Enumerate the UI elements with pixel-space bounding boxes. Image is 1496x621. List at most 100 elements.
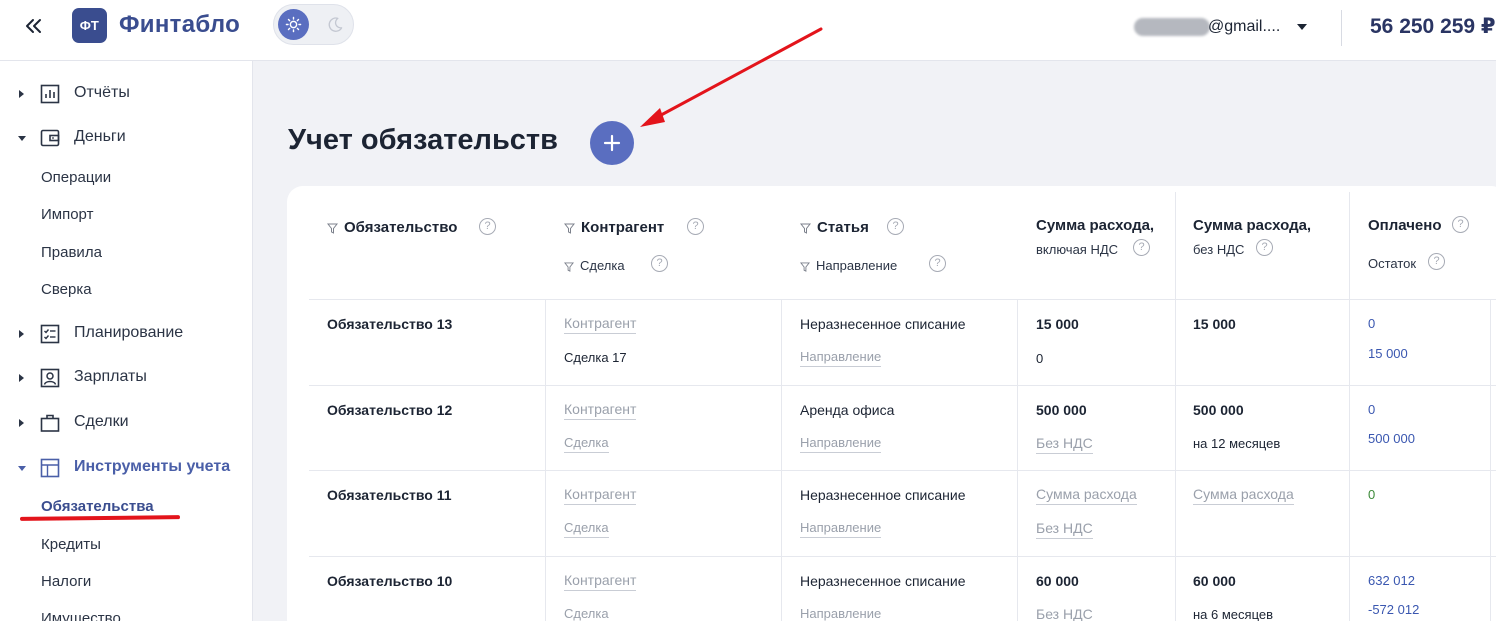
article-field[interactable]: Неразнесенное списание	[800, 316, 965, 332]
logo-name[interactable]: Финтабло	[119, 11, 240, 39]
help-icon[interactable]: ?	[1428, 253, 1445, 270]
direction-field[interactable]: Направление	[800, 435, 882, 453]
deal-field[interactable]: Сделка	[564, 520, 609, 538]
counterparty-field[interactable]: Контрагент	[564, 401, 637, 420]
vat-field[interactable]: Без НДС	[1036, 606, 1093, 621]
counterparty-field[interactable]: Контрагент	[564, 486, 637, 505]
sidebar-item-credits[interactable]: Кредиты	[41, 536, 101, 553]
column-divider	[1017, 299, 1018, 621]
expand-arrow-icon	[19, 374, 24, 382]
sidebar-item-label: Инструменты учета	[74, 458, 231, 475]
sidebar-item-taxes[interactable]: Налоги	[41, 573, 91, 590]
article-field[interactable]: Неразнесенное списание	[800, 487, 965, 503]
column-divider	[545, 299, 546, 621]
sum-without-vat[interactable]: 15 000	[1193, 316, 1236, 332]
column-divider	[781, 299, 782, 621]
row-divider	[309, 385, 1496, 386]
paid-amount[interactable]: 632 012	[1368, 573, 1415, 588]
sidebar: Отчёты Деньги Операции Импорт Правила Св…	[0, 61, 253, 621]
direction-field[interactable]: Направление	[800, 349, 882, 367]
help-icon[interactable]: ?	[929, 255, 946, 272]
sidebar-item-money[interactable]: Деньги	[0, 123, 253, 153]
column-header-counterparty[interactable]: Контрагент	[564, 219, 664, 236]
dark-theme-button[interactable]	[322, 11, 349, 38]
column-header-sum-with-vat[interactable]: Сумма расхода,	[1036, 217, 1154, 234]
counterparty-field[interactable]: Контрагент	[564, 572, 637, 591]
paid-amount[interactable]: 0	[1368, 316, 1375, 331]
sidebar-item-import[interactable]: Импорт	[41, 206, 93, 223]
obligation-name[interactable]: Обязательство 11	[327, 487, 452, 503]
annotation-underline	[19, 515, 181, 521]
add-obligation-button[interactable]	[590, 121, 634, 165]
expand-arrow-icon	[19, 90, 24, 98]
obligation-name[interactable]: Обязательство 12	[327, 402, 452, 418]
remaining-amount[interactable]: 15 000	[1368, 346, 1408, 361]
sum-with-vat[interactable]: 60 000	[1036, 573, 1079, 589]
collapse-sidebar-button[interactable]	[20, 12, 48, 40]
obligation-name[interactable]: Обязательство 10	[327, 573, 452, 589]
column-header-paid[interactable]: Оплачено	[1368, 217, 1442, 234]
paid-amount[interactable]: 0	[1368, 402, 1375, 417]
vat-field[interactable]: Без НДС	[1036, 435, 1093, 454]
user-menu-caret-icon[interactable]	[1297, 24, 1307, 30]
sidebar-item-accounting-tools[interactable]: Инструменты учета	[0, 453, 253, 483]
redacted-username	[1134, 18, 1210, 36]
help-icon[interactable]: ?	[479, 218, 496, 235]
remaining-amount[interactable]: 500 000	[1368, 431, 1415, 446]
sidebar-item-salaries[interactable]: Зарплаты	[0, 363, 253, 393]
sum-without-vat[interactable]: 500 000	[1193, 402, 1244, 418]
logo-badge[interactable]: ФТ	[72, 8, 107, 43]
column-subheader-direction[interactable]: Направление	[800, 258, 897, 273]
help-icon[interactable]: ?	[687, 218, 704, 235]
column-header-label: Статья	[817, 219, 869, 236]
sidebar-item-label: Зарплаты	[74, 368, 147, 385]
sidebar-item-reports[interactable]: Отчёты	[0, 79, 253, 109]
deal-field[interactable]: Сделка	[564, 435, 609, 453]
sum-without-vat-field[interactable]: Сумма расхода	[1193, 486, 1294, 505]
help-icon[interactable]: ?	[1133, 239, 1150, 256]
vat-amount: 0	[1036, 351, 1044, 366]
vat-field[interactable]: Без НДС	[1036, 520, 1093, 539]
counterparty-field[interactable]: Контрагент	[564, 315, 637, 334]
sidebar-item-label: Планирование	[74, 324, 184, 341]
filter-icon	[800, 262, 810, 272]
user-email[interactable]: @gmail....	[1208, 18, 1280, 36]
help-icon[interactable]: ?	[651, 255, 668, 272]
column-subheader-deal[interactable]: Сделка	[564, 258, 625, 273]
column-header-obligation[interactable]: Обязательство	[327, 219, 457, 236]
sidebar-item-planning[interactable]: Планирование	[0, 319, 253, 349]
column-header-label: Сделка	[580, 258, 625, 273]
collapse-arrow-icon	[18, 466, 26, 471]
column-header-article[interactable]: Статья	[800, 219, 869, 236]
column-header-sum-without-vat[interactable]: Сумма расхода,	[1193, 217, 1311, 234]
direction-field[interactable]: Направление	[800, 520, 882, 538]
help-icon[interactable]: ?	[1256, 239, 1273, 256]
deal-field[interactable]: Сделка	[564, 606, 609, 621]
help-icon[interactable]: ?	[1452, 216, 1469, 233]
sidebar-item-obligations[interactable]: Обязательства	[41, 498, 154, 515]
remaining-amount[interactable]: -572 012	[1368, 602, 1419, 617]
direction-field[interactable]: Направление	[800, 606, 881, 621]
help-icon[interactable]: ?	[887, 218, 904, 235]
paid-amount[interactable]: 0	[1368, 487, 1375, 502]
light-theme-button[interactable]	[278, 9, 309, 40]
article-field[interactable]: Неразнесенное списание	[800, 573, 965, 589]
deal-field[interactable]: Сделка 17	[564, 350, 627, 365]
sidebar-item-property[interactable]: Имущество	[41, 610, 121, 621]
sidebar-item-deals[interactable]: Сделки	[0, 408, 253, 438]
article-field[interactable]: Аренда офиса	[800, 402, 894, 418]
sum-with-vat-field[interactable]: Сумма расхода	[1036, 486, 1137, 505]
theme-toggle[interactable]	[273, 4, 354, 45]
sum-with-vat[interactable]: 500 000	[1036, 402, 1087, 418]
plus-icon	[603, 134, 621, 152]
column-subheader-remaining: Остаток	[1368, 256, 1417, 271]
obligation-name[interactable]: Обязательство 13	[327, 316, 452, 332]
sidebar-item-rules[interactable]: Правила	[41, 244, 102, 261]
sum-with-vat[interactable]: 15 000	[1036, 316, 1079, 332]
sum-without-vat[interactable]: 60 000	[1193, 573, 1236, 589]
row-divider	[309, 556, 1496, 557]
annotation-arrow	[640, 27, 823, 127]
sun-icon	[285, 16, 302, 33]
sidebar-item-reconciliation[interactable]: Сверка	[41, 281, 92, 298]
sidebar-item-operations[interactable]: Операции	[41, 169, 111, 186]
